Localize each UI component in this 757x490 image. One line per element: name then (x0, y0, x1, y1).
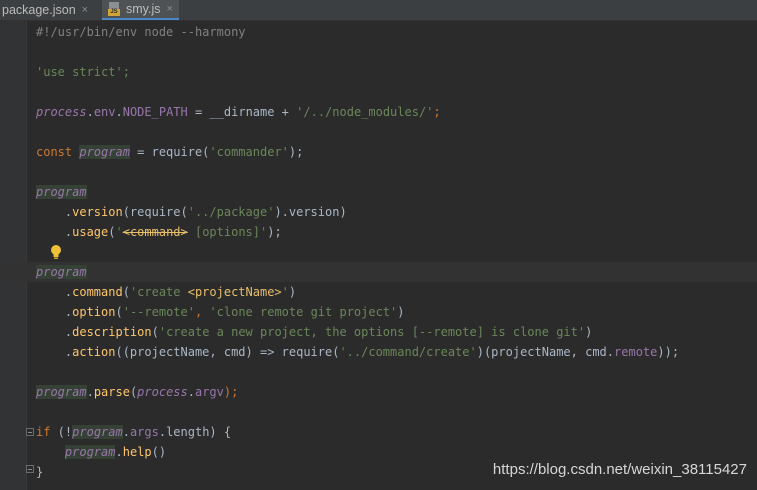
tab-smy-js[interactable]: JS smy.js × (102, 0, 179, 20)
tab-package-json[interactable]: package.json × (2, 0, 88, 20)
watermark-text: https://blog.csdn.net/weixin_38115427 (492, 461, 747, 478)
editor-tab-bar: package.json × JS smy.js × (0, 0, 757, 21)
code-line-12 (36, 242, 757, 262)
code-line-16: .description('create a new project, the … (36, 325, 593, 339)
code-line-13: program (0, 262, 757, 282)
lightbulb-icon[interactable] (46, 242, 66, 262)
code-editor[interactable]: #!/usr/bin/env node --harmony 'use stric… (0, 21, 757, 490)
code-line-5: process.env.NODE_PATH = __dirname + '/..… (36, 105, 441, 119)
fold-collapse-icon[interactable] (26, 428, 34, 436)
tab-label: package.json (2, 2, 76, 17)
code-line-22: program.help() (64, 445, 167, 459)
code-line-3: 'use strict'; (36, 65, 130, 79)
code-line-7: const program = require('commander'); (36, 145, 304, 159)
close-icon[interactable]: × (167, 0, 173, 19)
code-line-14: .command('create <projectName>') (36, 285, 297, 299)
code-line-1: #!/usr/bin/env node --harmony (36, 25, 246, 39)
js-file-icon: JS (108, 2, 120, 16)
editor-gutter[interactable] (0, 21, 27, 490)
code-line-9: program (36, 185, 87, 199)
code-line-10: .version(require('../package').version) (36, 205, 347, 219)
tab-label: smy.js (126, 1, 161, 16)
code-line-21: if (!program.args.length) { (36, 425, 232, 439)
code-line-15: .option('--remote', 'clone remote git pr… (36, 305, 405, 319)
fold-end-icon[interactable] (26, 465, 34, 473)
code-line-19: program.parse(process.argv); (36, 385, 239, 399)
code-line-17: .action((projectName, cmd) => require('.… (36, 345, 680, 359)
code-line-11: .usage('<command> [options]'); (36, 225, 282, 239)
close-icon[interactable]: × (82, 1, 88, 20)
